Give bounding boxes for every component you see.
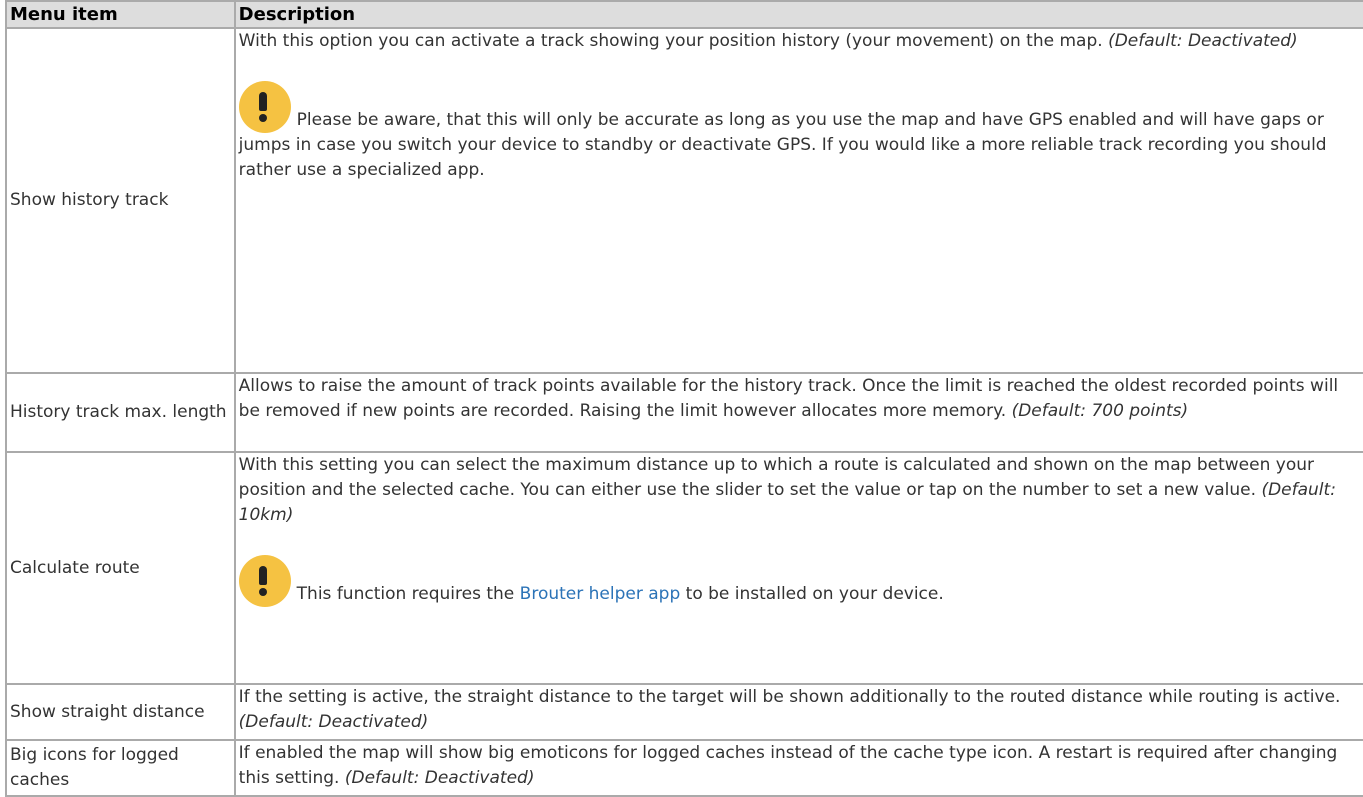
menu-item-description: If the setting is active, the straight d… bbox=[233, 683, 1363, 741]
description-text: With this setting you can select the max… bbox=[238, 455, 1314, 500]
header-menu-item: Menu item bbox=[5, 0, 236, 29]
menu-item-name: Show straight distance bbox=[5, 683, 236, 741]
warning-exclamation-icon bbox=[238, 81, 291, 133]
menu-item-name: Big icons for logged caches bbox=[5, 739, 236, 797]
menu-item-description: Allows to raise the amount of track poin… bbox=[233, 372, 1363, 453]
note: Please be aware, that this will only be … bbox=[238, 81, 1363, 183]
table-row: Big icons for logged caches If enabled t… bbox=[5, 739, 1363, 797]
description-text: If the setting is active, the straight d… bbox=[238, 687, 1341, 707]
default-value: (Default: 700 points) bbox=[1011, 401, 1189, 421]
menu-item-description: With this option you can activate a trac… bbox=[233, 27, 1363, 374]
default-value: (Default: Deactivated) bbox=[238, 712, 429, 732]
table-row: Show straight distance If the setting is… bbox=[5, 683, 1363, 741]
menu-item-description: With this setting you can select the max… bbox=[233, 451, 1363, 685]
default-value: (Default: Deactivated) bbox=[1108, 31, 1298, 51]
brouter-helper-app-link[interactable]: Brouter helper app bbox=[520, 584, 681, 604]
header-description: Description bbox=[233, 0, 1363, 29]
warning-exclamation-icon bbox=[238, 555, 291, 607]
header-row: Menu item Description bbox=[5, 0, 1363, 29]
table-row: Show history track With this option you … bbox=[5, 27, 1363, 374]
table-row: Calculate route With this setting you ca… bbox=[5, 451, 1363, 685]
menu-item-name: History track max. length bbox=[5, 372, 236, 453]
note-text: Please be aware, that this will only be … bbox=[238, 110, 1327, 180]
description-text: With this option you can activate a trac… bbox=[238, 31, 1103, 51]
note-text-before: This function requires the bbox=[296, 584, 515, 604]
settings-table: Menu item Description Show history track… bbox=[5, 0, 1363, 797]
table-row: History track max. length Allows to rais… bbox=[5, 372, 1363, 453]
note-text-after: to be installed on your device. bbox=[685, 584, 944, 604]
default-value: (Default: Deactivated) bbox=[344, 768, 535, 788]
menu-item-name: Calculate route bbox=[5, 451, 236, 685]
menu-item-name: Show history track bbox=[5, 27, 236, 374]
menu-item-description: If enabled the map will show big emotico… bbox=[233, 739, 1363, 797]
note: This function requires the Brouter helpe… bbox=[238, 555, 1363, 607]
